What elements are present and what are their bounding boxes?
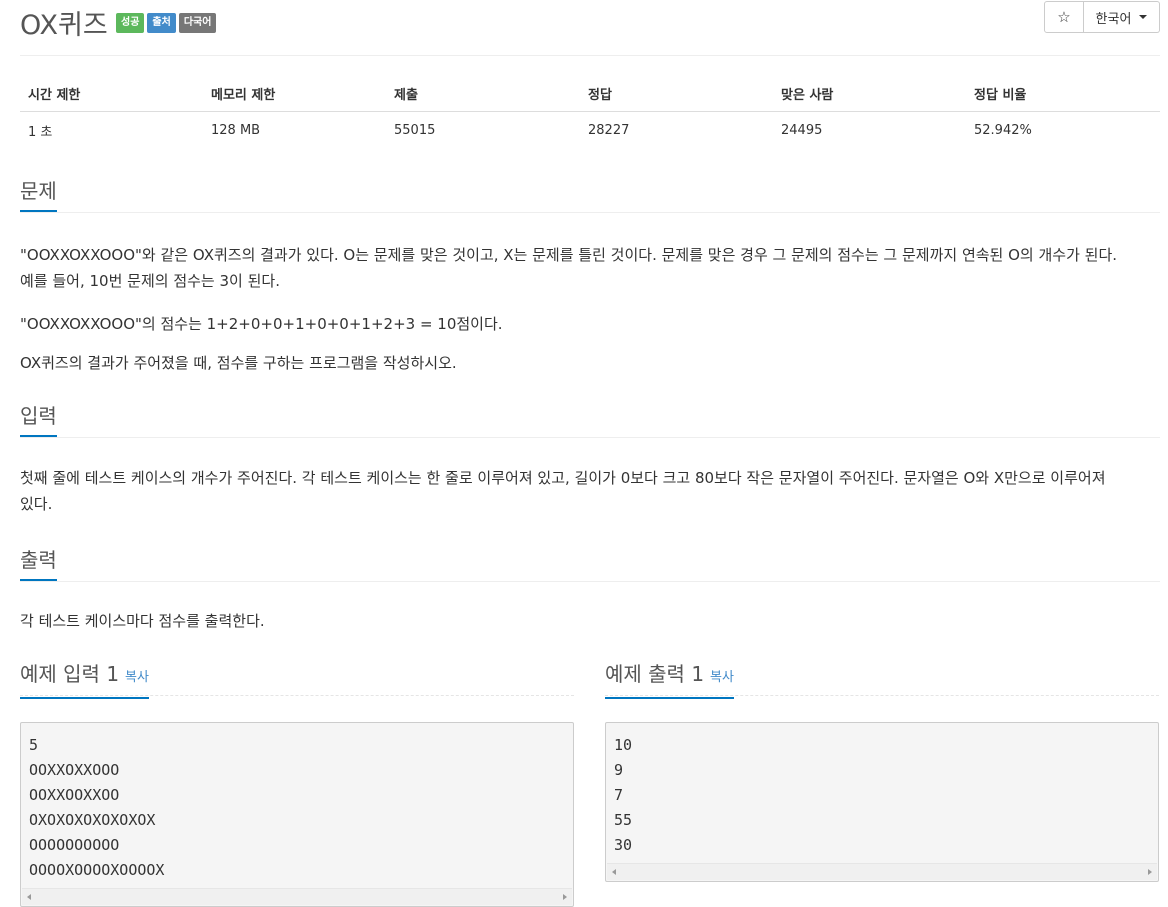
code-line: OOXXOXXOOO xyxy=(29,761,120,779)
language-dropdown[interactable]: 한국어 xyxy=(1084,1,1160,33)
table-cell: 52.942% xyxy=(974,123,1032,138)
problem-section-header: 문제 xyxy=(20,178,1160,213)
problem-page: OX퀴즈 성공 출처 다국어 ☆ 한국어 시간 제한 메모리 제한 제출 정답 … xyxy=(20,0,1160,907)
input-text-line: 첫째 줄에 테스트 케이스의 개수가 주어진다. 각 테스트 케이스는 한 줄로… xyxy=(20,469,1106,487)
success-badge[interactable]: 성공 xyxy=(116,13,145,33)
scroll-left-icon[interactable] xyxy=(27,894,31,900)
output-section-header: 출력 xyxy=(20,547,1160,582)
output-description: 각 테스트 케이스마다 점수를 출력한다. xyxy=(20,612,265,630)
input-section-header: 입력 xyxy=(20,403,1160,438)
source-badge[interactable]: 출처 xyxy=(147,13,176,33)
table-cell: 28227 xyxy=(588,123,630,138)
sample-input-heading: 예제 입력 1 복사 xyxy=(20,661,149,699)
table-header-cell: 정답 비율 xyxy=(966,74,1160,112)
table-cell: 128 MB xyxy=(211,123,261,138)
code-line: 10 xyxy=(614,736,633,754)
code-line: 30 xyxy=(614,836,633,854)
code-line: 9 xyxy=(614,761,624,779)
table-cell: 24495 xyxy=(781,123,823,138)
code-line: OOOOOOOOOO xyxy=(29,836,120,854)
table-header-cell: 제출 xyxy=(386,74,580,112)
page-header: OX퀴즈 성공 출처 다국어 ☆ 한국어 xyxy=(20,0,1160,56)
input-text-line: 있다. xyxy=(20,495,53,513)
table-header-cell: 메모리 제한 xyxy=(203,74,386,112)
scroll-right-icon[interactable] xyxy=(563,894,567,900)
table-header-row: 시간 제한 메모리 제한 제출 정답 맞은 사람 정답 비율 xyxy=(20,74,1160,112)
sample-output-header: 예제 출력 1 복사 xyxy=(605,661,1159,699)
sample-input-title: 예제 입력 1 xyxy=(20,662,120,686)
table-cell: 1 초 xyxy=(28,125,53,140)
problem-text-line: 예를 들어, 10번 문제의 점수는 3이 된다. xyxy=(20,272,280,290)
caret-down-icon xyxy=(1139,15,1148,19)
language-label: 한국어 xyxy=(1095,11,1132,27)
sample-output-box[interactable]: 10 9 7 55 30 xyxy=(605,722,1159,882)
copy-sample-output-link[interactable]: 복사 xyxy=(710,670,734,685)
scroll-right-icon[interactable] xyxy=(1148,869,1152,875)
problem-example-score: "OOXXOXXOOO"의 점수는 1+2+0+0+1+0+0+1+2+3 = … xyxy=(20,315,503,333)
horizontal-scrollbar[interactable] xyxy=(607,863,1157,880)
sample-output-title: 예제 출력 1 xyxy=(605,662,705,686)
sample-output-lines: 10 9 7 55 30 xyxy=(606,723,1158,858)
problem-description: "OOXXOXXOOO"와 같은 OX퀴즈의 결과가 있다. O는 문제를 맞은… xyxy=(20,242,1160,294)
star-button[interactable]: ☆ xyxy=(1044,1,1084,33)
star-icon: ☆ xyxy=(1057,8,1071,26)
copy-sample-input-link[interactable]: 복사 xyxy=(125,670,149,685)
multilingual-badge[interactable]: 다국어 xyxy=(178,13,217,33)
sample-input-box[interactable]: 5 OOXXOXXOOO OOXXOOXXOO OXOXOXOXOXOXOX O… xyxy=(20,722,574,907)
problem-text-line: "OOXXOXXOOO"와 같은 OX퀴즈의 결과가 있다. O는 문제를 맞은… xyxy=(20,246,1118,264)
sample-output-heading: 예제 출력 1 복사 xyxy=(605,661,734,699)
scroll-left-icon[interactable] xyxy=(612,869,616,875)
code-line: OOOOXOOOOXOOOOX xyxy=(29,861,165,879)
page-title: OX퀴즈 xyxy=(20,10,108,41)
output-heading: 출력 xyxy=(20,547,57,581)
problem-instruction: OX퀴즈의 결과가 주어졌을 때, 점수를 구하는 프로그램을 작성하시오. xyxy=(20,354,457,372)
problem-heading: 문제 xyxy=(20,178,57,212)
table-header-cell: 시간 제한 xyxy=(20,74,203,112)
input-description: 첫째 줄에 테스트 케이스의 개수가 주어진다. 각 테스트 케이스는 한 줄로… xyxy=(20,465,1160,517)
table-header-cell: 맞은 사람 xyxy=(773,74,966,112)
table-header-cell: 정답 xyxy=(580,74,773,112)
header-buttons: ☆ 한국어 xyxy=(1044,1,1160,33)
sample-input-header: 예제 입력 1 복사 xyxy=(20,661,574,699)
table-cell: 55015 xyxy=(394,123,436,138)
code-line: 55 xyxy=(614,811,633,829)
sample-input-lines: 5 OOXXOXXOOO OOXXOOXXOO OXOXOXOXOXOXOX O… xyxy=(21,723,573,883)
badge-group: 성공 출처 다국어 xyxy=(116,13,217,33)
code-line: OOXXOOXXOO xyxy=(29,786,120,804)
problem-info-table: 시간 제한 메모리 제한 제출 정답 맞은 사람 정답 비율 1 초 128 M… xyxy=(20,74,1160,149)
code-line: 5 xyxy=(29,736,39,754)
code-line: OXOXOXOXOXOXOX xyxy=(29,811,156,829)
table-row: 1 초 128 MB 55015 28227 24495 52.942% xyxy=(20,112,1160,150)
input-heading: 입력 xyxy=(20,403,57,437)
horizontal-scrollbar[interactable] xyxy=(22,888,572,905)
code-line: 7 xyxy=(614,786,624,804)
